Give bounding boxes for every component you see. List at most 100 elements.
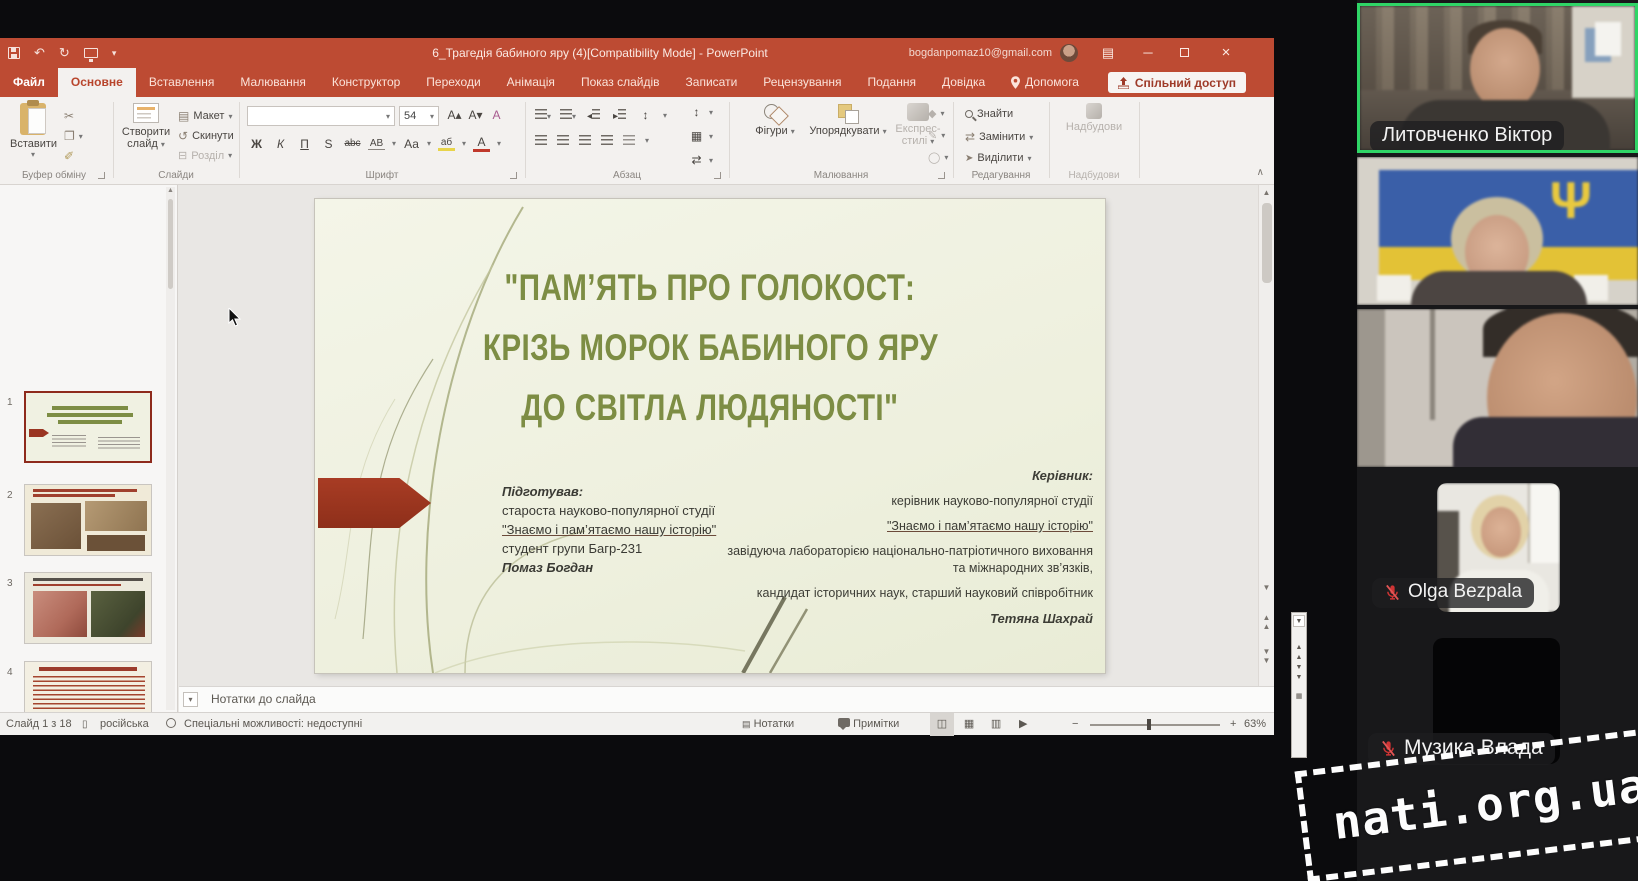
notes-collapse-icon[interactable]: ▾: [183, 692, 198, 707]
zoom-in-button[interactable]: +: [1230, 713, 1236, 736]
tab-design[interactable]: Конструктор: [319, 68, 413, 97]
select-button[interactable]: ➤Виділити▾: [965, 152, 1032, 164]
shrink-font-icon[interactable]: А▾: [467, 108, 484, 122]
copy-icon[interactable]: ❐: [64, 129, 75, 143]
align-center-icon[interactable]: [557, 135, 569, 145]
find-button[interactable]: Знайти: [965, 108, 1013, 120]
save-icon[interactable]: [8, 47, 20, 59]
clipboard-dialog-launcher[interactable]: [98, 172, 105, 179]
thumbnail-scrollbar[interactable]: [166, 187, 175, 710]
italic-button[interactable]: К: [272, 137, 289, 151]
align-left-icon[interactable]: [535, 135, 547, 145]
participant-video-tetiana[interactable]: Ψ TETIANA SHAKHRAI: [1357, 157, 1638, 305]
increase-indent-icon[interactable]: ▸: [611, 109, 628, 122]
tab-review[interactable]: Рецензування: [750, 68, 854, 97]
customize-qat-icon[interactable]: ▾: [112, 48, 117, 59]
grow-font-icon[interactable]: А▴: [446, 108, 463, 122]
notes-toggle[interactable]: ▤ Нотатки: [742, 713, 794, 736]
tab-animations[interactable]: Анімація: [494, 68, 568, 97]
tab-view[interactable]: Подання: [855, 68, 929, 97]
text-shadow-button[interactable]: S: [320, 137, 337, 151]
tab-transitions[interactable]: Переходи: [413, 68, 493, 97]
strikethrough-button[interactable]: abc: [344, 138, 361, 149]
view-slide-sorter-icon[interactable]: ▦: [957, 713, 981, 736]
highlight-color-button[interactable]: аб: [438, 137, 455, 151]
shape-outline-icon[interactable]: ✎: [928, 129, 937, 142]
format-painter-icon[interactable]: ✐: [64, 149, 74, 163]
ribbon-display-options-icon[interactable]: ▤: [1090, 38, 1126, 68]
account-avatar[interactable]: [1060, 44, 1078, 62]
undo-icon[interactable]: ↶: [34, 45, 45, 61]
slide-thumbnail-4[interactable]: [24, 661, 152, 712]
zoom-level[interactable]: 63%: [1244, 713, 1266, 736]
cut-icon[interactable]: ✂: [64, 109, 74, 123]
account-email[interactable]: bogdanpomaz10@gmail.com: [909, 38, 1052, 68]
tab-draw[interactable]: Малювання: [227, 68, 318, 97]
close-button[interactable]: ×: [1208, 38, 1244, 68]
tab-record[interactable]: Записати: [673, 68, 751, 97]
layout-button[interactable]: ▤Макет▾: [178, 109, 233, 123]
next-slide-icon[interactable]: ▼▼: [1259, 647, 1274, 665]
slide-thumbnail-2[interactable]: [24, 484, 152, 556]
tab-insert[interactable]: Вставлення: [136, 68, 228, 97]
addins-button[interactable]: Надбудови: [1058, 103, 1130, 133]
start-slideshow-icon[interactable]: [84, 48, 98, 58]
font-color-button[interactable]: А: [473, 135, 490, 152]
scroll-up-icon[interactable]: ▲: [1259, 188, 1274, 197]
slide-thumbnail-3[interactable]: [24, 572, 152, 644]
slide-thumbnail-panel[interactable]: 1 2 3: [0, 185, 178, 712]
align-text-icon[interactable]: ▦▾: [688, 129, 713, 143]
clear-formatting-icon[interactable]: А: [488, 108, 505, 122]
paste-button[interactable]: Вставити ▾: [10, 103, 56, 159]
arrange-button[interactable]: Упорядкувати ▾: [806, 103, 890, 137]
reset-button[interactable]: ↺Скинути: [178, 129, 234, 143]
decrease-indent-icon[interactable]: ◂: [585, 109, 602, 122]
drawing-dialog-launcher[interactable]: [938, 172, 945, 179]
zoom-out-button[interactable]: −: [1072, 713, 1078, 736]
font-size-combo[interactable]: 54▾: [399, 106, 439, 126]
section-button[interactable]: ⊟Розділ▾: [178, 149, 232, 162]
comments-toggle[interactable]: Примітки: [838, 713, 899, 736]
tab-home[interactable]: Основне: [58, 68, 136, 97]
replace-button[interactable]: ⇄Замінити▾: [965, 130, 1033, 144]
tab-help[interactable]: Довідка: [929, 68, 998, 97]
share-button[interactable]: Спільний доступ: [1108, 72, 1246, 93]
scroll-down-icon[interactable]: ▼: [1259, 583, 1274, 592]
scroll-thumb[interactable]: [1262, 203, 1272, 283]
background-app-scrollbar[interactable]: ▼ ▲▲ ▼▼ ▦: [1291, 612, 1307, 758]
zoom-slider-thumb[interactable]: [1147, 719, 1151, 730]
view-reading-icon[interactable]: ▥: [984, 713, 1008, 736]
restore-button[interactable]: [1166, 38, 1202, 68]
slide-canvas[interactable]: "ПАМ’ЯТЬ ПРО ГОЛОКОСТ: КРІЗЬ МОРОК БАБИН…: [315, 199, 1105, 673]
previous-slide-icon[interactable]: ▲▲: [1259, 613, 1274, 631]
view-slideshow-icon[interactable]: ▶: [1011, 713, 1035, 736]
line-spacing-icon[interactable]: ↕: [637, 108, 654, 122]
character-spacing-button[interactable]: АВ: [368, 138, 385, 150]
font-dialog-launcher[interactable]: [510, 172, 517, 179]
redo-icon[interactable]: ↻: [59, 45, 70, 61]
tab-file[interactable]: Файл: [0, 68, 58, 97]
new-slide-button[interactable]: Створити слайд ▾: [120, 103, 172, 150]
minimize-button[interactable]: ─: [1130, 38, 1166, 68]
bullets-icon[interactable]: ▾: [535, 109, 551, 122]
tab-slideshow[interactable]: Показ слайдів: [568, 68, 673, 97]
change-case-button[interactable]: Аа: [403, 137, 420, 151]
underline-button[interactable]: П: [296, 137, 313, 151]
shape-fill-icon[interactable]: ◆: [928, 107, 936, 120]
columns-icon[interactable]: [623, 135, 635, 145]
paragraph-dialog-launcher[interactable]: [714, 172, 721, 179]
font-name-combo[interactable]: ▾: [247, 106, 395, 126]
collapse-ribbon-icon[interactable]: ∧: [1257, 167, 1264, 178]
notes-pane[interactable]: ▾ Нотатки до слайда: [179, 686, 1274, 712]
shape-effects-icon[interactable]: ◯: [928, 151, 940, 164]
numbering-icon[interactable]: ▾: [560, 109, 576, 122]
justify-icon[interactable]: [601, 135, 613, 145]
participant-video-bohdan[interactable]: Богдан Помаз: [1357, 309, 1638, 467]
view-normal-icon[interactable]: ◫: [930, 713, 954, 736]
language-indicator[interactable]: російська: [100, 713, 149, 736]
tab-tellme[interactable]: Допомога: [998, 68, 1092, 97]
shapes-button[interactable]: Фігури ▾: [748, 103, 802, 137]
slide-thumbnail-1[interactable]: [24, 391, 152, 463]
slide-indicator[interactable]: Слайд 1 з 18: [6, 713, 72, 736]
align-right-icon[interactable]: [579, 135, 591, 145]
